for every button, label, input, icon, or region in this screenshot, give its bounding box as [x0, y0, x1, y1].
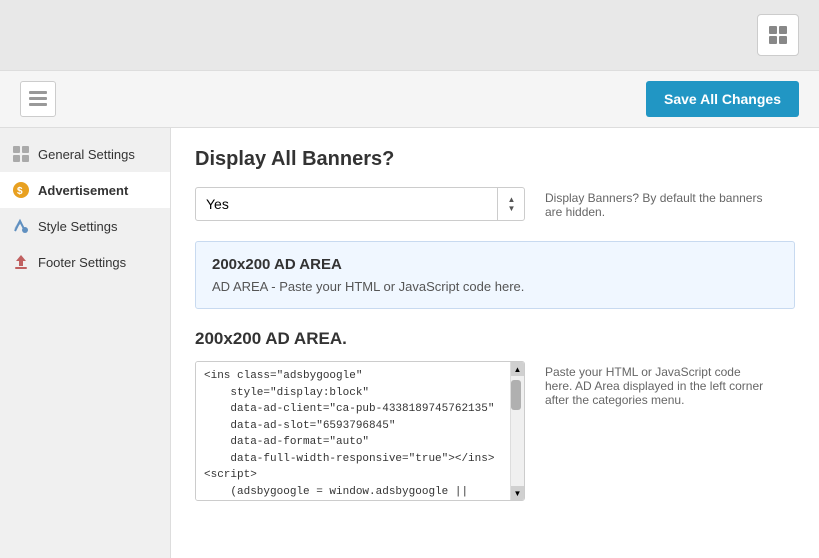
svg-text:$: $ [17, 186, 23, 197]
page-icon-button[interactable] [20, 81, 56, 117]
code-textarea-wrapper: <ins class="adsbygoogle" style="display:… [195, 361, 525, 501]
display-banners-title: Display All Banners? [195, 148, 795, 171]
display-hint: Display Banners? By default the banners … [545, 187, 765, 219]
ad-preview-box: 200x200 AD AREA AD AREA - Paste your HTM… [195, 241, 795, 309]
ad-code-title: 200x200 AD AREA. [195, 329, 795, 349]
code-hint: Paste your HTML or JavaScript code here.… [545, 361, 765, 407]
sidebar-item-advertisement[interactable]: $ Advertisement [0, 172, 170, 208]
code-textarea[interactable]: <ins class="adsbygoogle" style="display:… [196, 362, 524, 500]
advertisement-icon: $ [12, 181, 30, 199]
sidebar-item-footer-settings[interactable]: Footer Settings [0, 244, 170, 280]
ad-preview-title: 200x200 AD AREA [212, 256, 778, 273]
sidebar-item-style-label: Style Settings [38, 219, 118, 234]
content-area: Display All Banners? Yes No ▲ ▼ Display … [170, 128, 819, 558]
sidebar-item-general-settings[interactable]: General Settings [0, 136, 170, 172]
sidebar-item-footer-label: Footer Settings [38, 255, 126, 270]
top-icon[interactable] [757, 14, 799, 56]
sidebar-item-advertisement-label: Advertisement [38, 183, 128, 198]
code-area-row: <ins class="adsbygoogle" style="display:… [195, 361, 795, 501]
general-settings-icon [12, 145, 30, 163]
display-dropdown-wrapper: Yes No ▲ ▼ [195, 187, 525, 221]
toolbar: Save All Changes [0, 70, 819, 128]
footer-settings-icon [12, 253, 30, 271]
scrollbar-track: ▲ ▼ [510, 362, 524, 500]
sidebar-item-style-settings[interactable]: Style Settings [0, 208, 170, 244]
display-banners-row: Yes No ▲ ▼ Display Banners? By default t… [195, 187, 795, 221]
scrollbar-up-arrow[interactable]: ▲ [511, 362, 524, 376]
main-layout: General Settings $ Advertisement Style S… [0, 128, 819, 558]
style-settings-icon [12, 217, 30, 235]
sidebar: General Settings $ Advertisement Style S… [0, 128, 170, 558]
save-all-button[interactable]: Save All Changes [646, 81, 799, 117]
display-dropdown[interactable]: Yes No [195, 187, 525, 221]
sidebar-item-general-label: General Settings [38, 147, 135, 162]
ad-preview-desc: AD AREA - Paste your HTML or JavaScript … [212, 279, 778, 294]
scrollbar-down-arrow[interactable]: ▼ [511, 486, 524, 500]
scrollbar-thumb[interactable] [511, 380, 521, 410]
